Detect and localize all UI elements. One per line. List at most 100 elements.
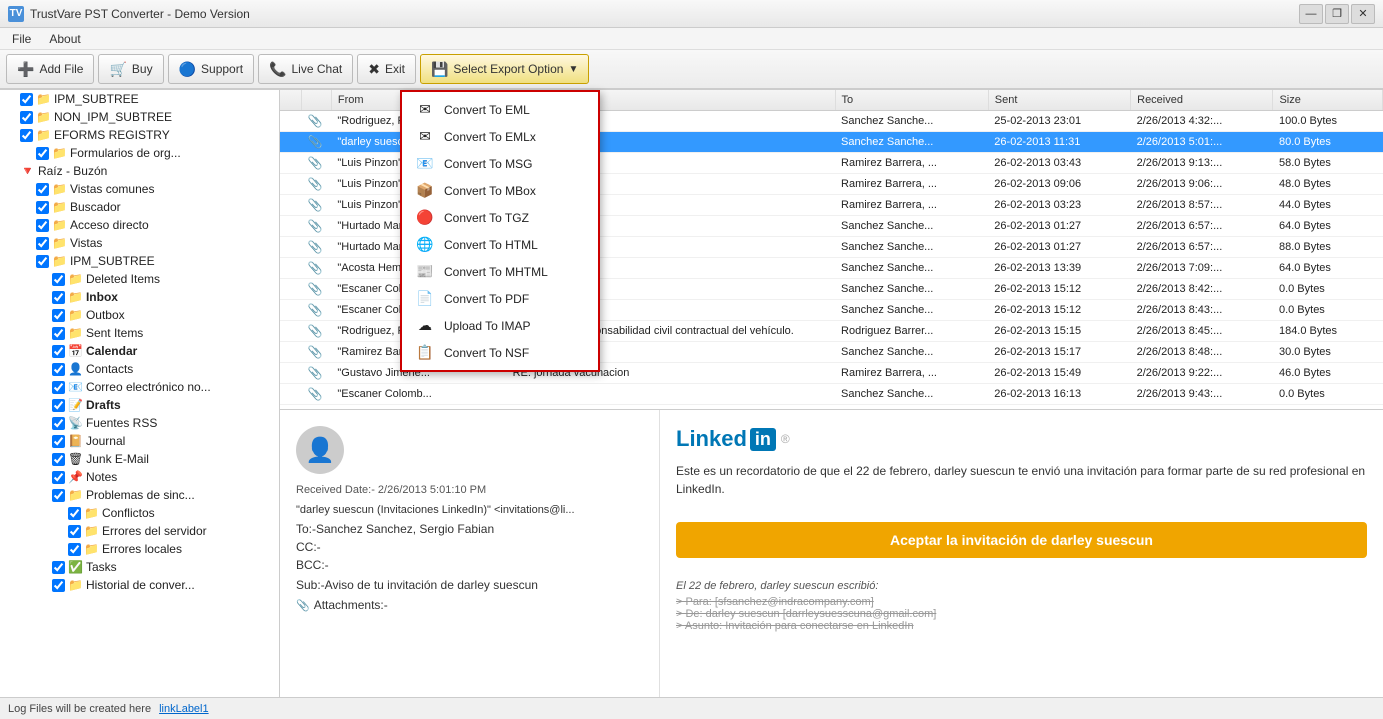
select-export-option-button[interactable]: 💾 Select Export Option ▼	[420, 54, 589, 84]
sidebar-item-inbox[interactable]: 📁Inbox	[0, 288, 279, 306]
folder-checkbox-vistas[interactable]	[36, 183, 49, 196]
buy-button[interactable]: 🛒 Buy	[98, 54, 163, 84]
folder-checkbox-ipm[interactable]	[20, 93, 33, 106]
menu-file[interactable]: File	[4, 30, 39, 48]
sidebar-item-deleted[interactable]: 📁Deleted Items	[0, 270, 279, 288]
dropdown-item-pdf[interactable]: 📄Convert To PDF	[402, 285, 598, 312]
folder-checkbox-rss[interactable]	[52, 417, 65, 430]
sidebar-item-non_ipm[interactable]: 📁NON_IPM_SUBTREE	[0, 108, 279, 126]
sidebar-item-correo[interactable]: 📧Correo electrónico no...	[0, 378, 279, 396]
folder-label-sentitems: Sent Items	[86, 326, 143, 340]
folder-checkbox-acceso[interactable]	[36, 219, 49, 232]
sidebar-item-drafts[interactable]: 📝Drafts	[0, 396, 279, 414]
sidebar-item-errores2[interactable]: 📁Errores locales	[0, 540, 279, 558]
dropdown-item-mhtml[interactable]: 📰Convert To MHTML	[402, 258, 598, 285]
folder-label-acceso: Acceso directo	[70, 218, 149, 232]
sidebar-item-buscador[interactable]: 📁Buscador	[0, 198, 279, 216]
row-sent: 26-02-2013 09:06	[988, 174, 1130, 195]
sidebar-item-ipm[interactable]: 📁IPM_SUBTREE	[0, 90, 279, 108]
folder-checkbox-problemas[interactable]	[52, 489, 65, 502]
dropdown-label-tgz: Convert To TGZ	[444, 211, 529, 225]
folder-checkbox-conflictos[interactable]	[68, 507, 81, 520]
sidebar-item-acceso[interactable]: 📁Acceso directo	[0, 216, 279, 234]
folder-checkbox-journal[interactable]	[52, 435, 65, 448]
sidebar-item-eforms[interactable]: 📁EFORMS REGISTRY	[0, 126, 279, 144]
folder-checkbox-ipm2[interactable]	[36, 255, 49, 268]
dropdown-item-mbox[interactable]: 📦Convert To MBox	[402, 177, 598, 204]
folder-checkbox-outbox[interactable]	[52, 309, 65, 322]
folder-checkbox-deleted[interactable]	[52, 273, 65, 286]
row-to: Sanchez Sanche...	[835, 300, 988, 321]
folder-checkbox-inbox[interactable]	[52, 291, 65, 304]
folder-checkbox-correo[interactable]	[52, 381, 65, 394]
add-file-button[interactable]: ➕ Add File	[6, 54, 94, 84]
row-sent: 26-02-2013 03:23	[988, 195, 1130, 216]
folder-checkbox-eforms[interactable]	[20, 129, 33, 142]
link-label[interactable]: linkLabel1	[159, 703, 209, 715]
live-chat-label: Live Chat	[292, 62, 343, 76]
row-sent: 26-02-2013 03:43	[988, 153, 1130, 174]
dropdown-item-tgz[interactable]: 🔴Convert To TGZ	[402, 204, 598, 231]
dropdown-item-emlx[interactable]: ✉Convert To EMLx	[402, 123, 598, 150]
sidebar-item-formularios[interactable]: 📁Formularios de org...	[0, 144, 279, 162]
exit-button[interactable]: ✖ Exit	[357, 54, 416, 84]
folder-checkbox-sentitems[interactable]	[52, 327, 65, 340]
sidebar-item-tasks[interactable]: ✅Tasks	[0, 558, 279, 576]
folder-checkbox-vistas2[interactable]	[36, 237, 49, 250]
dropdown-item-eml[interactable]: ✉Convert To EML	[402, 96, 598, 123]
menu-bar: File About	[0, 28, 1383, 50]
dropdown-item-nsf[interactable]: 📋Convert To NSF	[402, 339, 598, 366]
folder-label-notes: Notes	[86, 470, 117, 484]
dropdown-item-html[interactable]: 🌐Convert To HTML	[402, 231, 598, 258]
folder-icon-rss: 📡	[68, 416, 83, 430]
toolbar: ➕ Add File 🛒 Buy 🔵 Support 📞 Live Chat ✖…	[0, 50, 1383, 90]
sidebar-item-calendar[interactable]: 📅Calendar	[0, 342, 279, 360]
exit-label: Exit	[385, 62, 405, 76]
sidebar-item-ipm2[interactable]: 📁IPM_SUBTREE	[0, 252, 279, 270]
dropdown-item-msg[interactable]: 📧Convert To MSG	[402, 150, 598, 177]
folder-checkbox-contacts[interactable]	[52, 363, 65, 376]
folder-checkbox-junk[interactable]	[52, 453, 65, 466]
sidebar-item-rss[interactable]: 📡Fuentes RSS	[0, 414, 279, 432]
maximize-button[interactable]: ❐	[1325, 4, 1349, 24]
sidebar-item-vistas2[interactable]: 📁Vistas	[0, 234, 279, 252]
row-received: 2/26/2013 4:32:...	[1131, 111, 1273, 132]
sidebar-item-junk[interactable]: 🗑Junk E-Mail	[0, 450, 279, 468]
table-row[interactable]: 📎"Escaner Colomb...Sanchez Sanche...26-0…	[280, 384, 1383, 405]
folder-checkbox-errores2[interactable]	[68, 543, 81, 556]
sidebar-item-historial[interactable]: 📁Historial de conver...	[0, 576, 279, 594]
sidebar-item-conflictos[interactable]: 📁Conflictos	[0, 504, 279, 522]
support-button[interactable]: 🔵 Support	[168, 54, 254, 84]
sidebar-item-problemas[interactable]: 📁Problemas de sinc...	[0, 486, 279, 504]
sidebar-item-contacts[interactable]: 👤Contacts	[0, 360, 279, 378]
folder-label-junk: Junk E-Mail	[86, 452, 149, 466]
sidebar-item-vistas[interactable]: 📁Vistas comunes	[0, 180, 279, 198]
folder-checkbox-non_ipm[interactable]	[20, 111, 33, 124]
dropdown-item-imap[interactable]: ☁Upload To IMAP	[402, 312, 598, 339]
sidebar-item-sentitems[interactable]: 📁Sent Items	[0, 324, 279, 342]
folder-icon-outbox: 📁	[68, 308, 83, 322]
close-button[interactable]: ✕	[1351, 4, 1375, 24]
folder-checkbox-errores[interactable]	[68, 525, 81, 538]
sidebar-item-errores[interactable]: 📁Errores del servidor	[0, 522, 279, 540]
export-icon: 💾	[431, 61, 448, 78]
folder-checkbox-tasks[interactable]	[52, 561, 65, 574]
folder-checkbox-buscador[interactable]	[36, 201, 49, 214]
folder-checkbox-formularios[interactable]	[36, 147, 49, 160]
accept-invitation-button[interactable]: Aceptar la invitación de darley suescun	[676, 522, 1367, 558]
minimize-button[interactable]: —	[1299, 4, 1323, 24]
row-to: Sanchez Sanche...	[835, 111, 988, 132]
live-chat-button[interactable]: 📞 Live Chat	[258, 54, 353, 84]
sidebar-item-raiz[interactable]: 🔻Raíz - Buzón	[0, 162, 279, 180]
sidebar-item-notes[interactable]: 📌Notes	[0, 468, 279, 486]
menu-about[interactable]: About	[41, 30, 88, 48]
sidebar-item-outbox[interactable]: 📁Outbox	[0, 306, 279, 324]
folder-checkbox-drafts[interactable]	[52, 399, 65, 412]
row-flag	[280, 195, 302, 216]
sidebar-item-journal[interactable]: 📔Journal	[0, 432, 279, 450]
folder-checkbox-notes[interactable]	[52, 471, 65, 484]
preview-cc: CC:-	[296, 540, 643, 554]
folder-checkbox-calendar[interactable]	[52, 345, 65, 358]
folder-checkbox-historial[interactable]	[52, 579, 65, 592]
live-chat-icon: 📞	[269, 61, 286, 78]
